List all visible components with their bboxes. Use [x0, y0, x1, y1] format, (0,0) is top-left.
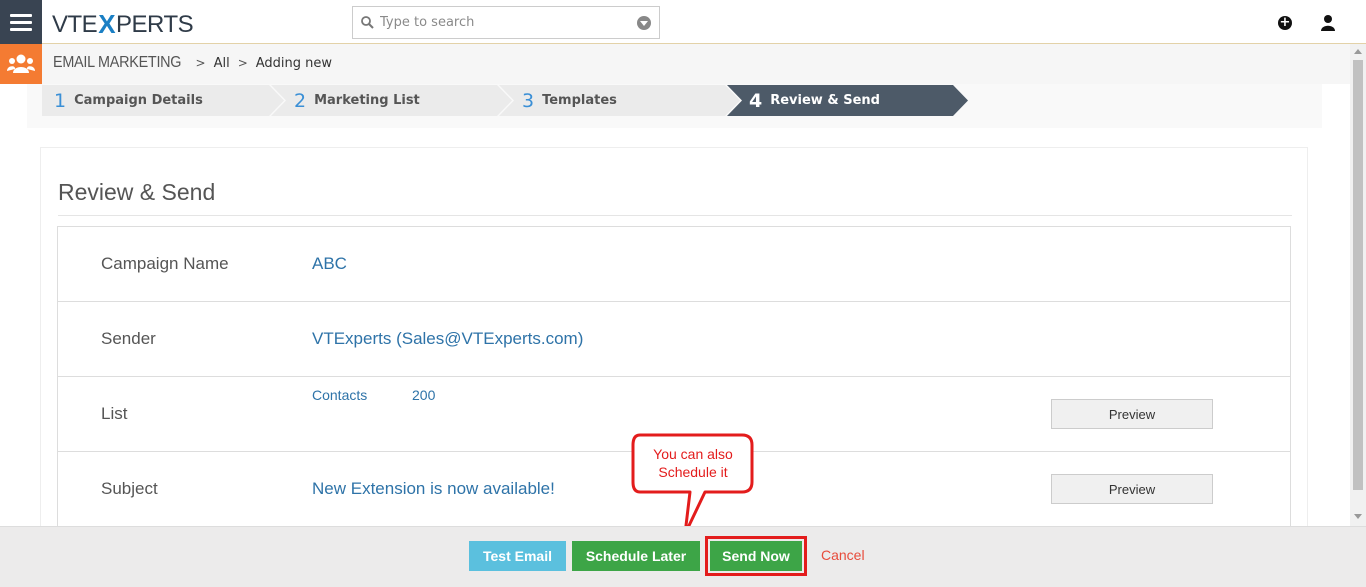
- search-box: [352, 6, 660, 39]
- step-campaign-details[interactable]: 1 Campaign Details: [54, 85, 203, 116]
- subject-preview-button[interactable]: Preview: [1051, 474, 1213, 504]
- row-campaign-name: Campaign Name ABC: [58, 227, 1290, 302]
- subject-value: New Extension is now available!: [312, 479, 555, 498]
- callout-line-2: Schedule it: [658, 464, 728, 480]
- logo-text-right: PERTS: [116, 10, 194, 38]
- step-label: Marketing List: [314, 93, 420, 108]
- user-icon[interactable]: [1321, 14, 1335, 31]
- module-icon[interactable]: [0, 44, 42, 84]
- breadcrumb-module[interactable]: EMAIL MARKETING: [53, 54, 182, 72]
- scroll-thumb[interactable]: [1353, 60, 1363, 490]
- scroll-up-icon[interactable]: [1354, 49, 1362, 54]
- chevron-right-icon: >: [195, 56, 206, 70]
- list-label: List: [101, 404, 128, 423]
- step-marketing-list[interactable]: 2 Marketing List: [294, 85, 420, 116]
- schedule-later-button[interactable]: Schedule Later: [572, 541, 700, 571]
- breadcrumb-adding-new: Adding new: [255, 55, 333, 71]
- search-input[interactable]: [380, 15, 637, 30]
- step-label: Templates: [542, 93, 617, 108]
- step-number: 2: [294, 89, 307, 112]
- sender-value: VTExperts (Sales@VTExperts.com): [312, 329, 584, 348]
- search-icon: [361, 16, 374, 29]
- cancel-link[interactable]: Cancel: [821, 547, 865, 563]
- logo-text-left: VTE: [52, 10, 98, 38]
- step-number: 4: [749, 89, 763, 112]
- divider: [58, 215, 1292, 216]
- vertical-scrollbar[interactable]: [1350, 44, 1366, 526]
- users-group-icon: [7, 54, 35, 73]
- chevron-right-icon: >: [237, 56, 248, 70]
- campaign-name-label: Campaign Name: [101, 254, 229, 273]
- breadcrumb: EMAIL MARKETING > All > Adding new: [53, 54, 332, 72]
- logo-x: X: [98, 9, 116, 39]
- step-label: Review & Send: [770, 93, 880, 108]
- step-templates[interactable]: 3 Templates: [522, 85, 617, 116]
- breadcrumb-all[interactable]: All: [214, 56, 230, 71]
- row-sender: Sender VTExperts (Sales@VTExperts.com): [58, 302, 1290, 377]
- step-label: Campaign Details: [74, 93, 203, 108]
- quick-create-plus-icon[interactable]: +: [1278, 16, 1292, 30]
- subject-label: Subject: [101, 479, 158, 498]
- callout-text: You can also Schedule it: [636, 445, 750, 481]
- top-bar: VTEXPERTS +: [0, 0, 1366, 44]
- scroll-down-icon[interactable]: [1354, 514, 1362, 519]
- send-now-button[interactable]: Send Now: [710, 541, 802, 571]
- logo[interactable]: VTE X PERTS: [52, 9, 194, 40]
- test-email-button[interactable]: Test Email: [469, 541, 566, 571]
- sender-label: Sender: [101, 329, 156, 348]
- step-number: 3: [522, 89, 535, 112]
- list-name: Contacts: [312, 387, 368, 403]
- campaign-name-value: ABC: [312, 254, 347, 273]
- step-number: 1: [54, 89, 67, 112]
- callout-line-1: You can also: [653, 446, 733, 462]
- list-count: 200: [412, 387, 436, 403]
- step-review-send[interactable]: 4 Review & Send: [749, 85, 880, 116]
- list-preview-button[interactable]: Preview: [1051, 399, 1213, 429]
- menu-icon[interactable]: [0, 0, 42, 44]
- page-title: Review & Send: [58, 179, 216, 205]
- search-dropdown-icon[interactable]: [637, 15, 651, 30]
